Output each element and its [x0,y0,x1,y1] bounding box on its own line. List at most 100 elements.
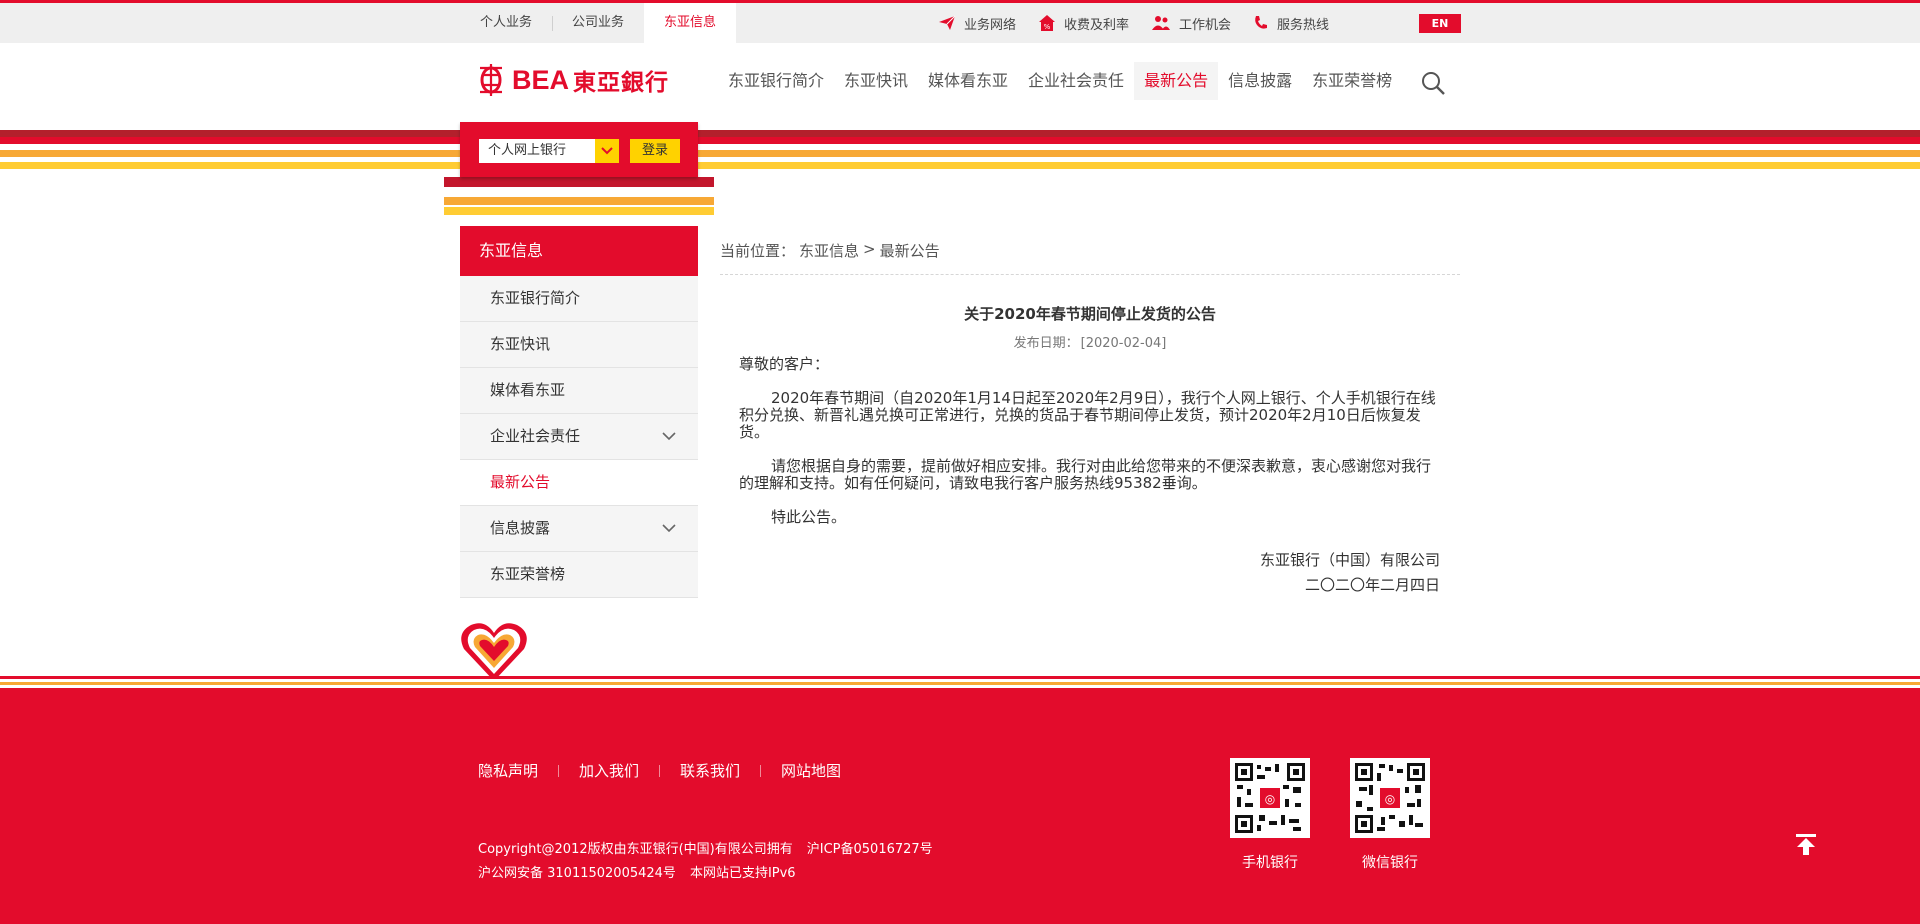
footer-separator [659,765,661,777]
main-header: BEA 東亞銀行 东亚银行简介 东亚快讯 媒体看东亚 企业社会责任 最新公告 信… [0,43,1920,131]
search-icon [1422,72,1445,95]
qr-label: 手机银行 [1242,855,1298,871]
content-divider [720,274,1460,275]
sidebar-item-label: 媒体看东亚 [490,381,566,399]
svg-text:◎: ◎ [1385,792,1395,806]
chevron-down-icon [601,147,613,155]
tab-bea-info[interactable]: 东亚信息 [644,3,737,43]
login-type-value: 个人网上银行 [488,143,567,158]
top-links: 业务网络 % 收费及利率 工作机会 服务热线 [938,3,1351,43]
sidebar-item-honors[interactable]: 东亚荣誉榜 [460,552,698,598]
search-button[interactable] [1420,70,1446,100]
sidebar: 东亚信息 东亚银行简介 东亚快讯 媒体看东亚 企业社会责任 最新公告 信息披露 … [460,226,698,598]
link-label: 收费及利率 [1064,17,1130,33]
footer-links: 隐私声明 加入我们 联系我们 网站地图 [478,760,841,781]
ipv6-note: 本网站已支持IPv6 [689,866,796,881]
sidebar-title: 东亚信息 [460,226,698,276]
sidebar-item-announcements[interactable]: 最新公告 [460,460,698,506]
publish-date-value: [2020-02-04] [1080,336,1167,351]
footer: 隐私声明 加入我们 联系我们 网站地图 Copyright@2012版权由东亚银… [0,694,1920,924]
breadcrumb-item-bea-info[interactable]: 东亚信息 [799,240,859,261]
link-branch-network[interactable]: 业务网络 [938,3,1016,43]
sidebar-item-label: 东亚银行简介 [490,289,581,307]
link-fees-rates[interactable]: % 收费及利率 [1038,3,1129,43]
breadcrumb-separator: > [863,240,876,258]
bea-logo[interactable]: BEA 東亞銀行 [478,63,669,97]
police-record[interactable]: 沪公网安备 31011502005424号 [478,866,676,881]
qr-label: 微信银行 [1362,855,1418,871]
sidebar-item-disclosure[interactable]: 信息披露 [460,506,698,552]
login-fold-decoration [444,177,714,215]
sidebar-item-label: 企业社会责任 [490,427,581,445]
breadcrumb-prefix: 当前位置： [720,242,796,260]
footer-link-contact[interactable]: 联系我们 [680,760,740,781]
paper-plane-icon [939,15,956,30]
fee-rate-icon: % [1039,15,1056,31]
sidebar-item-label: 东亚快讯 [490,335,551,353]
login-button[interactable]: 登录 [630,139,680,163]
publish-date-label: 发布日期： [1013,336,1079,351]
sidebar-item-bea-intro[interactable]: 东亚银行简介 [460,276,698,322]
publish-date: 发布日期： [2020-02-04] [720,332,1460,351]
top-tabs: 个人业务 公司业务 东亚信息 [460,3,737,43]
link-hotline[interactable]: 服务热线 [1253,3,1329,43]
breadcrumb-item-announcements[interactable]: 最新公告 [880,240,940,261]
article-signature: 东亚银行（中国）有限公司 二〇二〇年二月四日 [1140,548,1440,598]
bea-emblem-icon [480,64,502,96]
signature-date: 二〇二〇年二月四日 [1304,576,1440,594]
article-paragraph: 特此公告。 [771,508,847,526]
arrow-up-icon [1796,834,1816,855]
login-type-select[interactable]: 个人网上银行 [479,139,619,163]
svg-text:◎: ◎ [1265,792,1275,806]
copyright-block: Copyright@2012版权由东亚银行(中国)有限公司拥有 沪ICP备0501… [478,838,947,886]
qr-code-icon: ◎ [1350,758,1430,838]
header-stripes [0,130,1920,171]
heart-logo-icon [461,623,527,681]
nav-honors[interactable]: 东亚荣誉榜 [1302,62,1402,100]
qr-pattern: ◎ [1355,763,1425,833]
article-body: 尊敬的客户： 2020年春节期间（自2020年1月14日起至2020年2月9日）… [739,356,1439,543]
tab-personal-banking[interactable]: 个人业务 [460,3,552,43]
article-title: 关于2020年春节期间停止发货的公告 [964,305,1216,323]
main-nav: 东亚银行简介 东亚快讯 媒体看东亚 企业社会责任 最新公告 信息披露 东亚荣誉榜 [718,62,1402,100]
breadcrumb: 当前位置： 东亚信息 > 最新公告 [720,240,944,261]
sidebar-item-label: 最新公告 [490,473,551,491]
sidebar-item-media[interactable]: 媒体看东亚 [460,368,698,414]
footer-separator [760,765,762,777]
nav-bea-news[interactable]: 东亚快讯 [834,62,918,100]
footer-link-join-us[interactable]: 加入我们 [579,760,639,781]
footer-stripes [0,676,1920,694]
signature-org: 东亚银行（中国）有限公司 [1259,551,1440,569]
article-paragraph: 2020年春节期间（自2020年1月14日起至2020年2月9日），我行个人网上… [739,389,1436,441]
language-en-button[interactable]: EN [1419,14,1461,33]
link-careers[interactable]: 工作机会 [1151,3,1231,43]
phone-icon [1255,16,1268,29]
footer-link-sitemap[interactable]: 网站地图 [781,760,841,781]
nav-media[interactable]: 媒体看东亚 [918,62,1018,100]
dropdown-arrow[interactable] [595,139,619,163]
login-panel: 个人网上银行 登录 [460,122,698,177]
qr-wechat-banking: ◎ 微信银行 [1350,758,1430,872]
back-to-top-button[interactable] [1795,834,1817,860]
link-label: 工作机会 [1179,17,1232,33]
sidebar-item-csr[interactable]: 企业社会责任 [460,414,698,460]
nav-disclosure[interactable]: 信息披露 [1218,62,1302,100]
svg-text:%: % [1044,23,1051,31]
link-label: 服务热线 [1277,17,1330,33]
nav-announcements[interactable]: 最新公告 [1134,62,1219,100]
people-icon [1152,16,1171,30]
qr-mobile-banking: ◎ 手机银行 [1230,758,1310,872]
qr-code-icon: ◎ [1230,758,1310,838]
footer-link-privacy[interactable]: 隐私声明 [478,760,538,781]
footer-separator [558,765,560,777]
chevron-down-icon[interactable] [662,524,676,533]
logo-chinese-text: 東亞銀行 [573,69,670,96]
chevron-down-icon[interactable] [662,432,676,441]
nav-csr[interactable]: 企业社会责任 [1018,62,1134,100]
nav-bea-intro[interactable]: 东亚银行简介 [718,62,834,100]
sidebar-item-bea-news[interactable]: 东亚快讯 [460,322,698,368]
tab-corporate-banking[interactable]: 公司业务 [552,3,644,43]
icp-number[interactable]: 沪ICP备05016727号 [807,842,933,857]
article-paragraph: 请您根据自身的需要，提前做好相应安排。我行对由此给您带来的不便深表歉意，衷心感谢… [739,457,1432,492]
sidebar-item-label: 信息披露 [490,519,551,537]
